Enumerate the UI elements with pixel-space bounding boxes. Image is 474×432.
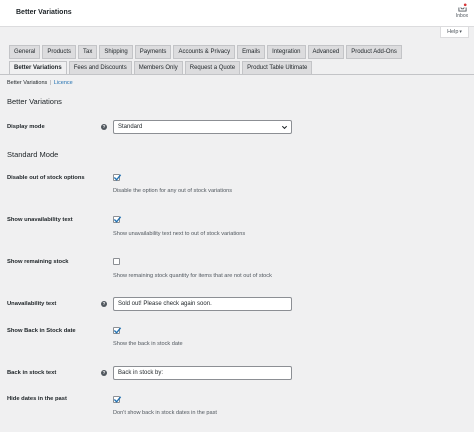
checkmark-icon [113,174,122,181]
help-tooltip-icon[interactable]: ? [101,124,107,130]
display-mode-label: Display mode [7,124,45,130]
hide-past-dates-checkbox[interactable] [113,396,122,403]
disable-oos-description: Disable the option for any out of stock … [113,188,233,194]
section-subnav: Better Variations | Licence [7,80,73,86]
unavailability-text-value: Sold out! Please check again soon. [118,301,212,307]
page-title: Better Variations [16,9,72,16]
tab-emails[interactable]: Emails [237,45,266,59]
display-mode-select[interactable]: Standard [113,120,292,134]
display-mode-value: Standard [118,124,143,130]
hide-past-dates-description: Don't show back in stock dates in the pa… [113,410,217,416]
hide-past-dates-label: Hide dates in the past [7,396,67,402]
show-back-in-stock-label: Show Back in Stock date [7,328,76,334]
tab-tax[interactable]: Tax [78,45,98,59]
show-unavailability-checkbox[interactable] [113,216,122,223]
show-back-in-stock-checkbox[interactable] [113,327,122,334]
tab-request-a-quote[interactable]: Request a Quote [184,61,241,75]
inbox-button[interactable]: Inbox [452,3,472,19]
back-in-stock-text-value: Back in stock by: [118,370,164,376]
section-title-standard-mode: Standard Mode [7,150,59,159]
help-tooltip-icon[interactable]: ? [101,301,107,307]
tab-general[interactable]: General [9,45,41,59]
tab-accounts-privacy[interactable]: Accounts & Privacy [173,45,236,59]
show-remaining-description: Show remaining stock quantity for items … [113,273,272,279]
inbox-icon [457,3,467,12]
subnav-separator: | [49,80,52,86]
tab-product-table-ultimate[interactable]: Product Table Ultimate [242,61,313,75]
unavailability-text-input[interactable]: Sold out! Please check again soon. [113,297,292,311]
chevron-down-icon [281,125,288,130]
unavailability-text-label: Unavailability text [7,301,57,307]
help-tab-button[interactable]: Help▾ [440,27,469,38]
tab-payments[interactable]: Payments [134,45,172,59]
disable-oos-label: Disable out of stock options [7,175,85,181]
tab-fees-and-discounts[interactable]: Fees and Discounts [68,61,132,75]
settings-tabs-row-2: Better Variations Fees and Discounts Mem… [9,61,314,75]
show-remaining-checkbox[interactable] [113,258,120,265]
checkmark-icon [113,327,122,334]
settings-tabs-row-1: General Products Tax Shipping Payments A… [9,45,404,59]
checkmark-icon [113,216,122,223]
subnav-licence-link[interactable]: Licence [54,80,73,86]
chevron-down-icon: ▾ [459,29,462,35]
admin-header: Better Variations Inbox [0,0,474,27]
tab-advanced[interactable]: Advanced [307,45,345,59]
help-label: Help [447,29,459,35]
back-in-stock-text-input[interactable]: Back in stock by: [113,366,292,380]
tab-better-variations[interactable]: Better Variations [9,61,67,75]
inbox-label: Inbox [455,13,469,19]
tab-products[interactable]: Products [42,45,77,59]
subnav-current: Better Variations [7,80,48,86]
back-in-stock-text-label: Back in stock text [7,370,57,376]
tab-integration[interactable]: Integration [267,45,306,59]
tab-shipping[interactable]: Shipping [99,45,133,59]
tabs-divider [0,74,474,75]
tab-members-only[interactable]: Members Only [133,61,183,75]
tab-product-add-ons[interactable]: Product Add-Ons [346,45,402,59]
show-back-in-stock-description: Show the back in stock date [113,341,183,347]
show-remaining-label: Show remaining stock [7,259,69,265]
checkmark-icon [113,396,122,403]
show-unavailability-label: Show unavailability text [7,217,73,223]
help-tooltip-icon[interactable]: ? [101,370,107,376]
show-unavailability-description: Show unavailability text next to out of … [113,231,246,237]
section-title-better-variations: Better Variations [7,97,62,106]
disable-oos-checkbox[interactable] [113,174,122,181]
